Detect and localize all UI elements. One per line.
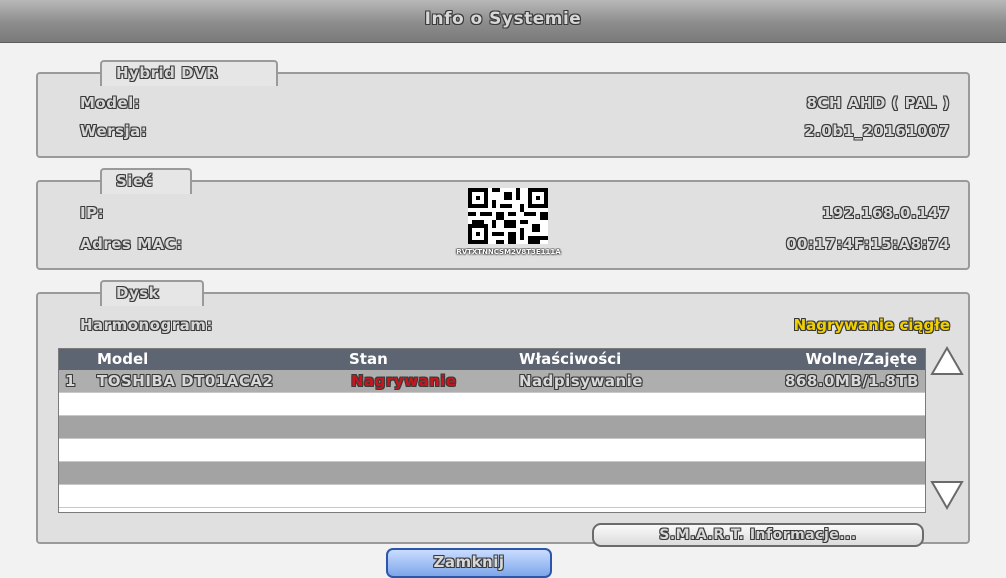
ip-value: 192.168.0.147 <box>822 204 950 222</box>
row-status: Nagrywanie <box>351 372 457 390</box>
schedule-value: Nagrywanie ciągłe <box>793 316 950 334</box>
network-panel: Sieć IP: 192.168.0.147 Adres MAC: 00:17:… <box>36 168 970 270</box>
disk-panel: Dysk Harmonogram: Nagrywanie ciągłe Mode… <box>36 280 970 547</box>
row-model: TOSHIBA DT01ACA2 <box>97 372 274 390</box>
table-header: Model Stan Właściwości Wolne/Zajęte <box>59 349 925 370</box>
column-model: Model <box>97 350 149 368</box>
qr-caption: RVTXTNNCSM2V8T3E111A <box>456 248 561 256</box>
schedule-label: Harmonogram: <box>80 316 213 334</box>
table-row[interactable] <box>59 393 925 416</box>
model-label: Model: <box>80 94 141 112</box>
scroll-down-icon[interactable] <box>930 480 964 511</box>
table-row[interactable] <box>59 462 925 485</box>
row-space: 868.0MB/1.8TB <box>784 372 919 390</box>
qr-code-icon <box>468 188 548 244</box>
table-row[interactable] <box>59 416 925 439</box>
window-title: Info o Systemie <box>424 9 582 29</box>
version-value: 2.0b1_20161007 <box>804 122 950 140</box>
mac-value: 00:17:4F:15:A8:74 <box>786 235 950 253</box>
hybrid-dvr-tab: Hybrid DVR <box>100 60 278 86</box>
table-row[interactable] <box>59 485 925 508</box>
mac-label: Adres MAC: <box>80 235 183 253</box>
table-row[interactable]: 1 TOSHIBA DT01ACA2 Nagrywanie Nadpisywan… <box>59 370 925 393</box>
close-button[interactable]: Zamknij <box>386 548 552 578</box>
column-status: Stan <box>349 350 388 368</box>
table-row[interactable] <box>59 439 925 462</box>
column-properties: Właściwości <box>519 350 622 368</box>
row-index: 1 <box>65 372 76 390</box>
network-tab: Sieć <box>100 168 192 194</box>
hybrid-dvr-panel: Hybrid DVR Model: 8CH AHD ( PAL ) Wersja… <box>36 60 970 158</box>
smart-info-button[interactable]: S.M.A.R.T. Informacje... <box>592 523 924 547</box>
disk-tab: Dysk <box>100 280 204 306</box>
model-value: 8CH AHD ( PAL ) <box>806 94 950 112</box>
row-property: Nadpisywanie <box>519 372 643 390</box>
scroll-up-icon[interactable] <box>930 345 964 376</box>
version-label: Wersja: <box>80 122 148 140</box>
disk-table: Model Stan Właściwości Wolne/Zajęte 1 TO… <box>58 348 926 513</box>
ip-label: IP: <box>80 204 105 222</box>
title-bar: Info o Systemie <box>0 0 1006 43</box>
column-free-used: Wolne/Zajęte <box>805 350 917 368</box>
